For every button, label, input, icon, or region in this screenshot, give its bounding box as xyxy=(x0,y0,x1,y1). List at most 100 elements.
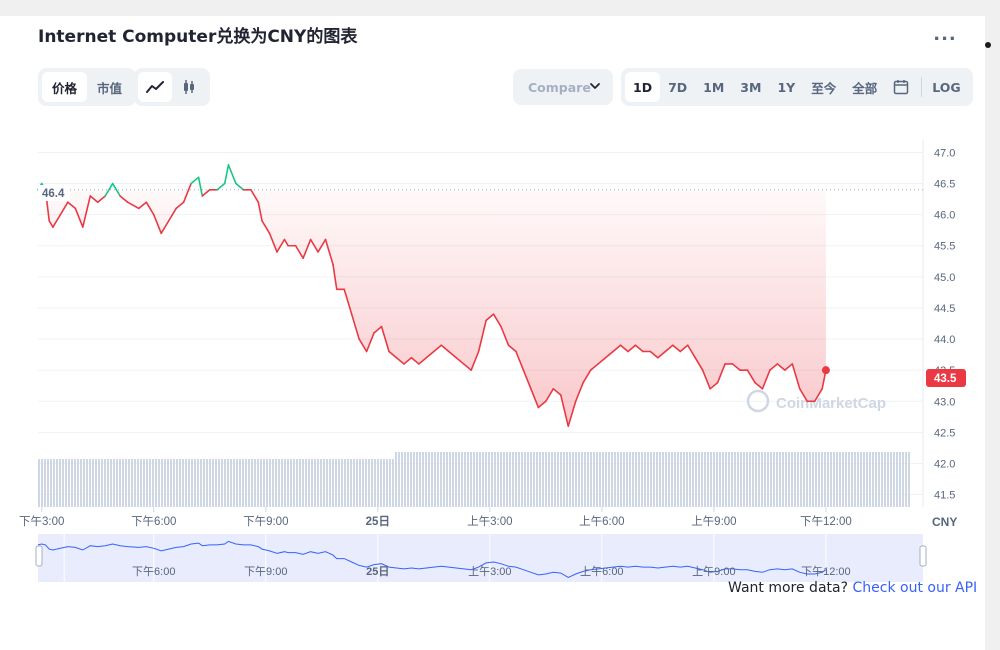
volume-bar xyxy=(821,452,823,507)
volume-bar xyxy=(191,459,193,507)
volume-bar xyxy=(125,459,127,507)
volume-bar xyxy=(512,452,514,507)
volume-bar xyxy=(722,452,724,507)
volume-bar xyxy=(635,452,637,507)
volume-bar xyxy=(437,452,439,507)
volume-bar xyxy=(557,452,559,507)
volume-bar xyxy=(65,459,67,507)
volume-bar xyxy=(677,452,679,507)
api-link[interactable]: Check out our API xyxy=(852,580,977,596)
volume-bar xyxy=(167,459,169,507)
volume-bar xyxy=(362,459,364,507)
volume-bar xyxy=(446,452,448,507)
volume-bar xyxy=(776,452,778,507)
volume-bar xyxy=(761,452,763,507)
volume-bar xyxy=(629,452,631,507)
volume-bar xyxy=(377,459,379,507)
navigator-handle-left[interactable] xyxy=(35,545,43,567)
volume-bar xyxy=(749,452,751,507)
volume-bar xyxy=(593,452,595,507)
volume-bar xyxy=(476,452,478,507)
volume-bar xyxy=(209,459,211,507)
volume-bar xyxy=(131,459,133,507)
volume-bar xyxy=(281,459,283,507)
volume-bar xyxy=(386,459,388,507)
range-navigator[interactable]: 下午6:00 下午9:00 25日 上午3:00 上午6:00 上午9:00 下午12:00 xyxy=(35,534,927,582)
watermark: CoinMarketCap xyxy=(746,389,886,413)
navigator-handle-right[interactable] xyxy=(919,545,927,567)
watermark-text: CoinMarketCap xyxy=(776,395,886,412)
volume-bar xyxy=(773,452,775,507)
y-tick-label: 45.5 xyxy=(934,241,955,253)
volume-bar xyxy=(371,459,373,507)
volume-bar xyxy=(419,452,421,507)
currency-label: CNY xyxy=(932,515,957,529)
volume-bar xyxy=(467,452,469,507)
volume-bar xyxy=(524,452,526,507)
price-chart[interactable]: CoinMarketCap 41.5 42.0 42.5 43.0 43.5 44.0 44… xyxy=(0,0,1000,650)
volume-bar xyxy=(641,452,643,507)
volume-bar xyxy=(680,452,682,507)
volume-bar xyxy=(767,452,769,507)
volume-bar xyxy=(812,452,814,507)
volume-bar xyxy=(545,452,547,507)
volume-bar xyxy=(392,459,394,507)
volume-bar xyxy=(533,452,535,507)
volume-bar xyxy=(329,459,331,507)
open-price-marker: 46.4 xyxy=(38,185,70,201)
volume-bar xyxy=(809,452,811,507)
volume-bar xyxy=(53,459,55,507)
volume-bar xyxy=(314,459,316,507)
y-tick-label: 42.0 xyxy=(934,458,955,470)
volume-bar xyxy=(899,452,901,507)
navigator-tick-label: 上午3:00 xyxy=(468,565,511,578)
volume-bar xyxy=(785,452,787,507)
volume-bar xyxy=(410,452,412,507)
api-promo-text: Want more data? xyxy=(728,580,849,596)
volume-bar xyxy=(896,452,898,507)
price-segment xyxy=(216,182,226,191)
volume-bar xyxy=(62,459,64,507)
api-promo: Want more data? Check out our API xyxy=(728,580,977,596)
volume-bar xyxy=(197,459,199,507)
volume-bar xyxy=(245,459,247,507)
volume-bar xyxy=(56,459,58,507)
volume-bar xyxy=(152,459,154,507)
volume-bar xyxy=(683,452,685,507)
volume-bar xyxy=(224,459,226,507)
volume-bar xyxy=(494,452,496,507)
volume-bar xyxy=(860,452,862,507)
price-segment xyxy=(227,164,237,185)
x-tick-label: 下午9:00 xyxy=(243,515,288,528)
volume-bar xyxy=(221,459,223,507)
volume-bar xyxy=(425,452,427,507)
volume-bar xyxy=(701,452,703,507)
volume-bar xyxy=(452,452,454,507)
volume-bar xyxy=(608,452,610,507)
volume-bar xyxy=(590,452,592,507)
navigator-tick-label: 上午6:00 xyxy=(580,565,623,578)
volume-bar xyxy=(341,459,343,507)
volume-bar xyxy=(827,452,829,507)
volume-bar xyxy=(263,459,265,507)
volume-bar xyxy=(650,452,652,507)
last-price-marker: 43.5 xyxy=(821,366,966,387)
volume-bar xyxy=(398,452,400,507)
y-tick-label: 47.0 xyxy=(934,147,955,159)
volume-bar xyxy=(539,452,541,507)
volume-bar xyxy=(302,459,304,507)
volume-bar xyxy=(353,459,355,507)
volume-bar xyxy=(86,459,88,507)
navigator-tick-label: 下午12:00 xyxy=(801,565,851,578)
volume-bar xyxy=(740,452,742,507)
volume-bar xyxy=(266,459,268,507)
volume-bar xyxy=(68,459,70,507)
volume-bar xyxy=(863,452,865,507)
volume-bar xyxy=(779,452,781,507)
volume-bar xyxy=(758,452,760,507)
volume-bar xyxy=(536,452,538,507)
volume-bar xyxy=(71,459,73,507)
volume-bar xyxy=(626,452,628,507)
volume-bar xyxy=(431,452,433,507)
volume-bar xyxy=(182,459,184,507)
